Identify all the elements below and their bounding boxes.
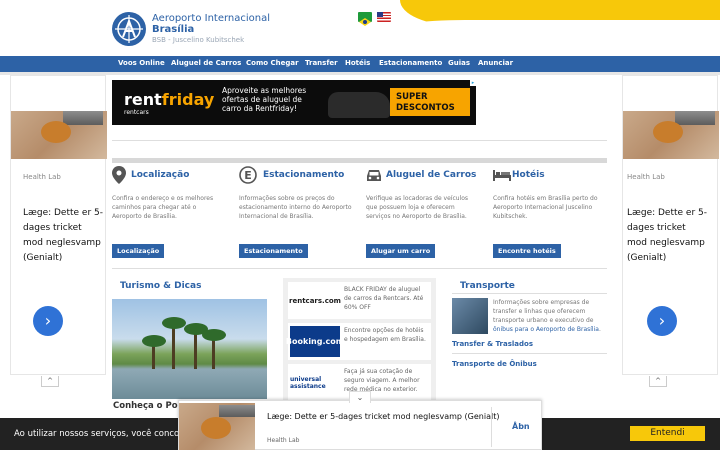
banner-text: Aproveite as melhores ofertas de aluguel… (222, 86, 307, 113)
svg-text:E: E (244, 169, 252, 182)
transporte-onibus-link[interactable]: Transporte de Ônibus (452, 360, 537, 368)
transporte-image[interactable] (452, 298, 488, 334)
section-bar (112, 158, 607, 163)
side-ad-image[interactable] (11, 111, 107, 159)
onibus-link[interactable]: ônibus para o Aeroporto de Brasília (493, 326, 599, 333)
side-ad-text[interactable]: Læge: Dette er 5-dages tricket mod negle… (23, 206, 103, 266)
super-descontos-badge: SUPER DESCONTOS (390, 88, 470, 116)
promo-text: Encontre opções de hotéis e hospedagem e… (344, 327, 426, 343)
airport-logo-icon[interactable] (112, 12, 146, 46)
nav-item-aluguel-de-carros[interactable]: Aluguel de Carros (171, 59, 241, 67)
feature-title[interactable]: Estacionamento (263, 170, 344, 180)
header-white-curve (385, 20, 720, 32)
rentfriday-logo: rentfriday (124, 90, 215, 109)
promo-rentcars[interactable]: rentcars.com BLACK FRIDAY de aluguel de … (288, 282, 431, 319)
rentcars-logo: rentcars.com (289, 296, 341, 305)
feature-title[interactable]: Aluguel de Carros (386, 170, 476, 180)
divider (112, 140, 607, 141)
feature-desc: Informações sobre os preços do estaciona… (239, 195, 352, 220)
divider (491, 407, 492, 447)
universal-assistance-logo: universal assistance (290, 375, 326, 390)
transfer-traslados-link[interactable]: Transfer & Traslados (452, 340, 533, 348)
divider (452, 293, 607, 294)
localizacao-button[interactable]: Localização (112, 244, 165, 258)
chevron-right-icon[interactable]: › (647, 306, 677, 336)
feature-title[interactable]: Localização (131, 170, 189, 180)
flag-usa-icon[interactable] (377, 12, 391, 22)
cookie-accept-button[interactable]: Entendi (630, 426, 705, 441)
rentcars-small-logo: rentcars (124, 109, 149, 116)
transporte-title[interactable]: Transporte (460, 281, 515, 291)
adchoices-icon[interactable]: ▸ (470, 80, 476, 86)
promo-text: BLACK FRIDAY de aluguel de carros da Ren… (344, 286, 424, 311)
feature-desc: Verifique as locadoras de veículos que p… (366, 195, 469, 220)
alugar-carro-button[interactable]: Alugar um carro (366, 244, 436, 258)
map-pin-icon (112, 166, 126, 184)
nav-item-como-chegar[interactable]: Como Chegar (246, 59, 299, 67)
side-ad-brand: Health Lab (23, 173, 61, 181)
right-side-ad[interactable]: Health Lab Læge: Dette er 5-dages tricke… (622, 75, 719, 387)
divider (452, 353, 607, 354)
chevron-up-icon[interactable]: ^ (649, 376, 667, 387)
chevron-up-icon[interactable]: ^ (41, 376, 59, 387)
nav-item-voos-online[interactable]: Voos Online (118, 59, 165, 67)
pontao-lago-sul-image[interactable] (112, 299, 267, 399)
nav-item-estacionamento[interactable]: Estacionamento (379, 59, 442, 67)
promo-text: Faça já sua cotação de seguro viagem. A … (344, 368, 420, 393)
nav-item-hoteis[interactable]: Hotéis (345, 59, 370, 67)
divider (112, 268, 607, 269)
nav-item-transfer[interactable]: Transfer (305, 59, 338, 67)
flag-brazil-icon[interactable] (358, 12, 372, 26)
main-nav: Voos Online Aluguel de Carros Como Chega… (0, 56, 720, 72)
nav-item-guias[interactable]: Guias (448, 59, 470, 67)
bottom-ad-image[interactable] (179, 403, 255, 450)
promo-booking[interactable]: Booking.com Encontre opções de hotéis e … (286, 323, 431, 360)
site-header (0, 0, 720, 56)
chevron-right-icon[interactable]: › (33, 306, 63, 336)
feature-title[interactable]: Hotéis (512, 170, 545, 180)
rentfriday-banner[interactable]: rentfriday rentcars Aproveite as melhore… (112, 80, 476, 125)
side-ad-image[interactable] (623, 111, 719, 159)
site-subtitle[interactable]: Brasília (152, 24, 194, 35)
bottom-ad-brand: Health Lab (267, 437, 300, 444)
feature-desc: Confira hotéis em Brasília perto do Aero… (493, 195, 598, 220)
car-icon (366, 166, 381, 184)
chevron-down-icon[interactable]: ⌄ (349, 391, 371, 403)
car-image (328, 92, 390, 118)
booking-logo: Booking.com (286, 326, 344, 357)
site-tagline: BSB - Juscelino Kubitschek (152, 36, 245, 44)
open-ad-button[interactable]: Åbn (512, 422, 530, 431)
site-title[interactable]: Aeroporto Internacional (152, 13, 270, 24)
parking-icon: E (239, 166, 257, 184)
turismo-title[interactable]: Turismo & Dicas (120, 281, 201, 291)
estacionamento-button[interactable]: Estacionamento (239, 244, 308, 258)
nav-divider (0, 72, 720, 75)
left-side-ad[interactable]: Health Lab Læge: Dette er 5-dages tricke… (10, 75, 107, 387)
nav-item-anunciar[interactable]: Anunciar (478, 59, 513, 67)
side-ad-text[interactable]: Læge: Dette er 5-dages tricket mod negle… (627, 206, 707, 266)
transporte-desc: Informações sobre empresas de transfer e… (493, 299, 601, 333)
encontre-hoteis-button[interactable]: Encontre hotéis (493, 244, 561, 258)
bed-icon (493, 166, 511, 184)
side-ad-brand: Health Lab (627, 173, 665, 181)
feature-desc: Confira o endereço e os melhores caminho… (112, 195, 214, 220)
bottom-sticky-ad[interactable]: ⌄ Læge: Dette er 5-dages tricket mod neg… (178, 391, 542, 450)
bottom-ad-text[interactable]: Læge: Dette er 5-dages tricket mod negle… (267, 411, 507, 422)
